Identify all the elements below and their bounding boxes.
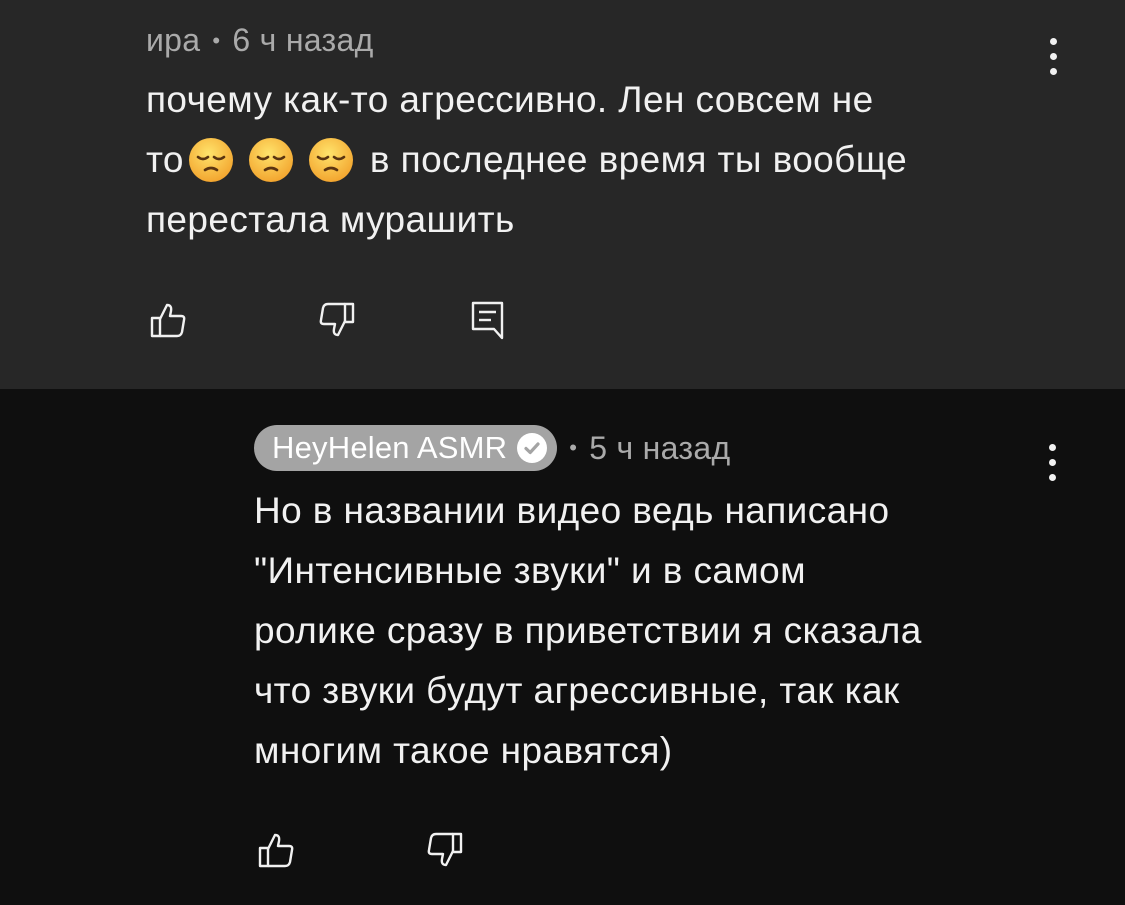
- emoji-group: [188, 137, 354, 183]
- verified-check-icon: [517, 433, 548, 463]
- thumb-down-icon: [319, 302, 355, 337]
- reply-meta: HeyHelen ASMR • 5 ч назад: [254, 425, 730, 471]
- reply-text-line: Но в названии видео ведь написано: [254, 490, 890, 531]
- meta-separator: •: [569, 435, 578, 460]
- comment-meta: ира • 6 ч назад: [146, 22, 374, 59]
- comment-text-line: почему как-то агрессивно. Лен совсем не: [146, 79, 874, 120]
- reply-comment-icon: [471, 301, 504, 340]
- dislike-button[interactable]: [313, 296, 361, 344]
- pensive-face-emoji-icon: [188, 138, 233, 182]
- reply-text-line: "Интенсивные звуки" и в самом: [254, 550, 807, 591]
- reply-text: Но в названии видео ведь написано "Интен…: [254, 481, 1074, 781]
- pensive-face-emoji-icon: [308, 138, 353, 182]
- like-button[interactable]: [252, 826, 300, 874]
- comment-card: ира • 6 ч назад почему как-то агрессивно…: [0, 0, 1125, 389]
- reply-timestamp[interactable]: 5 ч назад: [589, 430, 730, 467]
- dislike-button[interactable]: [421, 826, 469, 874]
- comment-timestamp[interactable]: 6 ч назад: [232, 22, 373, 59]
- reply-text-line: ролике сразу в приветствии я сказала: [254, 610, 922, 651]
- reply-more-options-icon[interactable]: [1037, 437, 1067, 487]
- reply-button[interactable]: [463, 296, 511, 344]
- reply-author: HeyHelen ASMR: [272, 430, 508, 465]
- comment-author[interactable]: ира: [146, 22, 200, 59]
- reply-text-line: многим такое нравятся): [254, 730, 673, 771]
- comment-text-line: перестала мурашить: [146, 199, 515, 240]
- thumb-up-icon: [258, 833, 294, 868]
- thumb-up-icon: [150, 303, 186, 338]
- channel-author-badge[interactable]: HeyHelen ASMR: [254, 425, 558, 471]
- comment-text: почему как-то агрессивно. Лен совсем не …: [146, 70, 1046, 250]
- reply-text-line: что звуки будут агрессивные, так как: [254, 670, 900, 711]
- reply-card: HeyHelen ASMR • 5 ч назад Но в названии …: [0, 389, 1125, 905]
- pensive-face-emoji-icon: [248, 138, 293, 182]
- meta-separator: •: [212, 27, 221, 53]
- like-button[interactable]: [144, 296, 192, 344]
- comment-text-line: то в последнее время ты вообще: [146, 130, 1046, 190]
- thumb-down-icon: [427, 832, 463, 867]
